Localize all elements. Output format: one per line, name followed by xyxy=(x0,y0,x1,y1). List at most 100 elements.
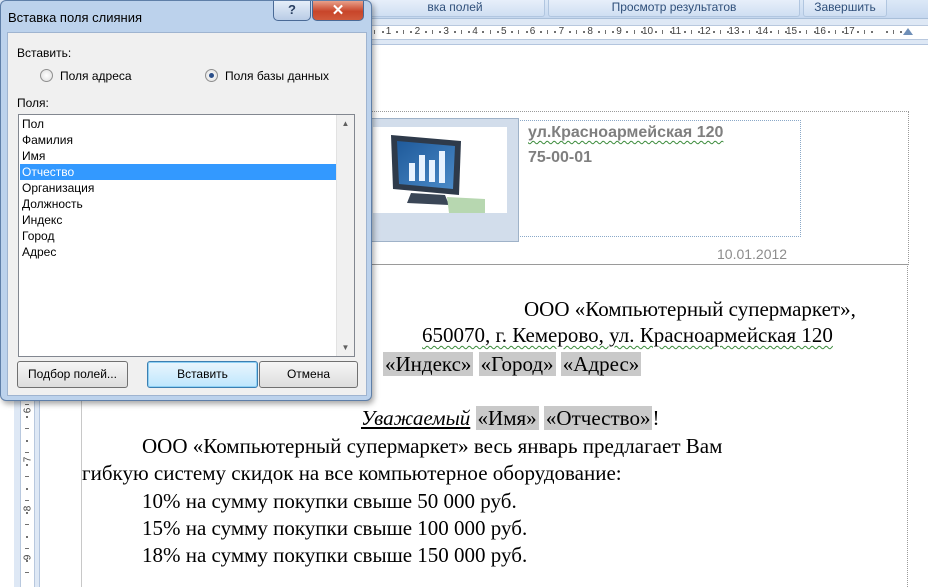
ruler-number: 9 xyxy=(616,26,622,37)
ruler-dot xyxy=(410,31,413,33)
greeting-line: Уважаемый «Имя» «Отчество»! xyxy=(361,406,659,430)
fields-label: Поля: xyxy=(17,96,49,110)
company-logo[interactable] xyxy=(360,118,519,242)
ruler-tick xyxy=(374,30,376,34)
list-item[interactable]: Город xyxy=(20,228,336,244)
recipient-company: ООО «Компьютерный супермаркет», xyxy=(524,297,856,321)
list-item[interactable]: Индекс xyxy=(20,212,336,228)
ruler-dot xyxy=(770,31,773,33)
merge-field-address[interactable]: «Адрес» xyxy=(560,352,642,376)
header-phone: 75-00-01 xyxy=(528,149,593,166)
list-item[interactable]: Имя xyxy=(20,148,336,164)
ruler-dot xyxy=(856,31,859,33)
logo-canvas xyxy=(373,127,507,213)
ruler-number: 16 xyxy=(814,26,826,37)
list-item[interactable]: Организация xyxy=(20,180,336,196)
radio-database-fields-label[interactable]: Поля базы данных xyxy=(225,69,329,83)
ruler-tick xyxy=(777,30,779,34)
ruler-tick xyxy=(489,30,491,34)
ruler-number: 3 xyxy=(443,26,449,37)
cancel-button[interactable]: Отмена xyxy=(259,361,358,388)
ruler-dot xyxy=(424,31,427,33)
recipient-street: 650070, г. Кемерово, ул. Красноармейская… xyxy=(422,323,833,347)
ruler-dot xyxy=(482,31,485,33)
ruler-tick xyxy=(518,30,520,34)
list-item[interactable]: Адрес xyxy=(20,244,336,260)
ribbon-preview-results-button[interactable]: Просмотр результатов xyxy=(548,0,800,17)
ruler-tick xyxy=(25,428,29,429)
list-item[interactable]: Фамилия xyxy=(20,132,336,148)
ruler-tick xyxy=(460,30,462,34)
header-date: 10.01.2012 xyxy=(717,246,788,262)
discount-line-1: 10% на сумму покупки свыше 50 000 руб. xyxy=(142,489,517,513)
scroll-down-icon[interactable]: ▼ xyxy=(337,339,354,356)
ruler-dot xyxy=(813,31,816,33)
radio-database-fields[interactable] xyxy=(205,69,218,82)
fields-scrollbar[interactable]: ▲ ▼ xyxy=(336,115,354,356)
ruler-dot xyxy=(496,31,499,33)
merge-field-index[interactable]: «Индекс» xyxy=(383,352,474,376)
ruler-tick xyxy=(25,572,29,573)
ruler-dot xyxy=(784,31,787,33)
ruler-number: 14 xyxy=(757,26,769,37)
ruler-number: 17 xyxy=(843,26,855,37)
merge-field-city[interactable]: «Город» xyxy=(478,352,556,376)
ruler-dot xyxy=(842,31,845,33)
ribbon-insert-fields-button[interactable]: вка полей xyxy=(365,0,545,17)
ruler-dot xyxy=(568,31,571,33)
insert-button[interactable]: Вставить xyxy=(147,361,258,388)
fields-listbox[interactable]: Пол Фамилия Имя Отчество Организация Дол… xyxy=(18,114,355,357)
ruler-dot xyxy=(439,31,442,33)
ruler-number: 7 xyxy=(558,26,565,37)
list-item[interactable]: Пол xyxy=(20,116,336,132)
ruler-number: 4 xyxy=(472,26,478,37)
dialog-title: Вставка поля слияния xyxy=(8,10,143,25)
ruler-tick xyxy=(26,464,28,466)
paragraph-line-1: ООО «Компьютерный супермаркет» весь янва… xyxy=(142,434,723,458)
ruler-tick xyxy=(25,548,29,549)
ribbon-finish-button[interactable]: Завершить xyxy=(803,0,887,17)
ruler-tick xyxy=(26,512,28,514)
insert-merge-field-dialog[interactable]: Вставка поля слияния ? ✕ Вставить: Поля … xyxy=(0,0,372,401)
ruler-tick xyxy=(26,416,28,418)
discount-line-3: 18% на сумму покупки свыше 150 000 руб. xyxy=(142,543,528,567)
ruler-number: 6 xyxy=(22,407,34,414)
help-icon: ? xyxy=(288,2,296,17)
ruler-tick xyxy=(835,30,837,34)
close-button[interactable]: ✕ xyxy=(312,1,364,21)
ruler-tick xyxy=(633,30,635,34)
ruler-number: 2 xyxy=(414,26,421,37)
ruler-number: 11 xyxy=(670,26,682,37)
ruler-tick xyxy=(864,30,865,34)
ruler-tick xyxy=(26,440,28,442)
body-right-border xyxy=(907,264,908,587)
ruler-tick xyxy=(25,476,29,477)
ruler-tick xyxy=(662,30,664,34)
merge-field-patronymic[interactable]: «Отчество» xyxy=(543,406,653,430)
dialog-client-area: Вставить: Поля адреса Поля базы данных П… xyxy=(7,32,367,396)
match-fields-button[interactable]: Подбор полей... xyxy=(17,361,128,388)
ruler-dot xyxy=(525,31,528,33)
computer-monitor-icon xyxy=(391,135,485,213)
scroll-up-icon[interactable]: ▲ xyxy=(337,115,354,132)
insert-group-label: Вставить: xyxy=(17,46,72,60)
radio-address-fields-label[interactable]: Поля адреса xyxy=(60,69,132,83)
radio-address-fields[interactable] xyxy=(40,69,53,82)
paragraph-line-2: гибкую систему скидок на все компьютерно… xyxy=(82,461,622,485)
ruler-dot xyxy=(698,31,701,33)
merge-field-name[interactable]: «Имя» xyxy=(475,406,539,430)
discount-line-2: 15% на сумму покупки свыше 100 000 руб. xyxy=(142,516,528,540)
ruler-number: 9 xyxy=(22,554,34,561)
ruler-dot xyxy=(727,31,730,33)
help-button[interactable]: ? xyxy=(273,1,311,21)
ruler-number: 13 xyxy=(728,26,740,37)
header-address: ул.Красноармейская 120 xyxy=(528,124,724,141)
ruler-dot xyxy=(626,31,629,33)
ruler-dot xyxy=(684,31,686,33)
right-indent-marker[interactable] xyxy=(903,28,913,35)
ruler-tick xyxy=(25,524,29,525)
list-item-selected[interactable]: Отчество xyxy=(20,164,336,180)
list-item[interactable]: Должность xyxy=(20,196,336,212)
ruler-dot xyxy=(381,31,384,33)
ruler-tick xyxy=(26,536,28,538)
